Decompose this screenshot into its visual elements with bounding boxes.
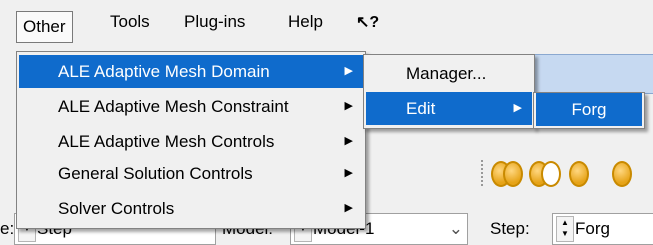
menu-item-solver-controls[interactable]: Solver Controls ▶ [19, 192, 363, 225]
menu-item-forg[interactable]: Forg [536, 93, 642, 126]
submenu-arrow-icon: ▶ [344, 100, 353, 112]
render-style-icon [541, 161, 561, 187]
submenu-arrow-icon: ▶ [344, 65, 353, 77]
submenu-arrow-icon: ▶ [344, 202, 353, 214]
spinner-icon: ▲ ▼ [556, 216, 574, 242]
domain-submenu: Manager... Edit ▶ [363, 54, 535, 129]
context-fragment: e: [0, 219, 15, 238]
menu-tools[interactable]: Tools [104, 8, 156, 36]
whats-this-button[interactable]: ↖? [356, 12, 379, 32]
submenu-arrow-icon: ▶ [344, 167, 353, 179]
menu-bar: Other Tools Plug-ins Help ↖? [0, 0, 653, 43]
menu-other[interactable]: Other [16, 11, 73, 43]
menu-plugins[interactable]: Plug-ins [178, 8, 251, 36]
edit-submenu: Forg [533, 92, 645, 129]
submenu-arrow-icon: ▶ [344, 135, 353, 147]
menu-item-ale-adaptive-mesh-constraint[interactable]: ALE Adaptive Mesh Constraint ▶ [19, 90, 363, 123]
highlighted-background [534, 54, 653, 94]
step-label: Step: [490, 219, 530, 238]
menu-item-ale-adaptive-mesh-controls[interactable]: ALE Adaptive Mesh Controls ▶ [19, 125, 363, 158]
render-style-icon[interactable] [569, 161, 589, 187]
chevron-down-icon: ⌄ [448, 219, 463, 238]
render-style-icon[interactable] [612, 161, 632, 187]
render-style-icon [503, 161, 523, 187]
menu-item-manager[interactable]: Manager... [366, 57, 532, 90]
menu-help[interactable]: Help [282, 8, 329, 36]
step-combo[interactable]: ▲ ▼ Forg [552, 213, 653, 245]
arrow-pointer-icon: ↖ [356, 14, 370, 31]
menu-item-ale-adaptive-mesh-domain[interactable]: ALE Adaptive Mesh Domain ▶ [19, 55, 363, 88]
submenu-arrow-icon: ▶ [513, 102, 522, 114]
menu-item-general-solution-controls[interactable]: General Solution Controls ▶ [19, 157, 363, 190]
toolbar-separator [481, 160, 483, 188]
other-menu: ALE Adaptive Mesh Domain ▶ ALE Adaptive … [16, 51, 366, 229]
menu-item-edit[interactable]: Edit ▶ [366, 92, 532, 125]
